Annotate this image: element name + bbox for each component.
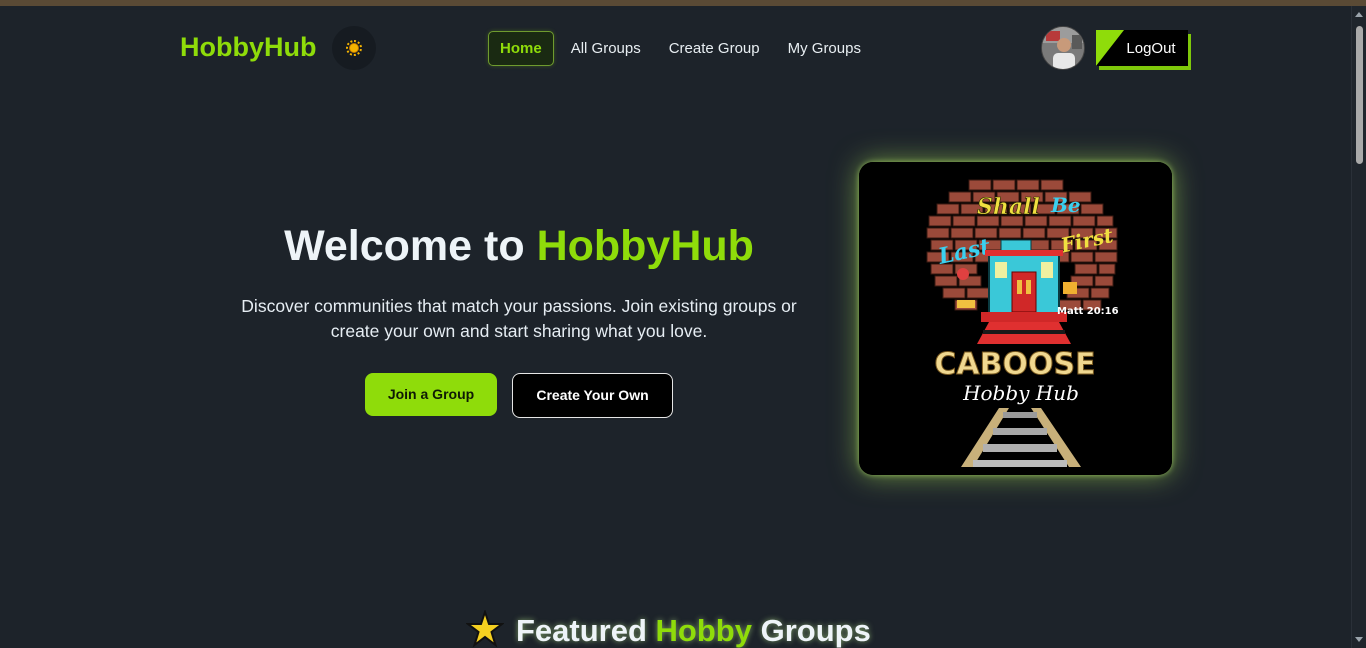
neon-word-shall: Shall xyxy=(977,194,1040,220)
hobby-hub-script: Hobby Hub xyxy=(962,381,1079,405)
brand-logo[interactable]: HobbyHub xyxy=(180,32,316,63)
nav-link-create-group[interactable]: Create Group xyxy=(658,32,771,65)
featured-section-heading: Featured Hobby Groups xyxy=(460,610,900,648)
hero-subtitle: Discover communities that match your pas… xyxy=(241,296,797,341)
nav-link-all-groups[interactable]: All Groups xyxy=(560,32,652,65)
featured-title-part2: Groups xyxy=(751,613,871,648)
navbar: HobbyHub Home All Groups Create Group My… xyxy=(160,10,1194,92)
nav-links: Home All Groups Create Group My Groups xyxy=(488,31,878,66)
featured-title-part1: Featured xyxy=(516,613,656,648)
theme-toggle-button[interactable] xyxy=(332,26,376,70)
logout-button[interactable]: LogOut xyxy=(1096,30,1188,66)
create-your-own-button[interactable]: Create Your Own xyxy=(512,373,673,418)
hero-title-accent: HobbyHub xyxy=(536,222,754,270)
neon-word-be: Be xyxy=(1050,193,1081,217)
featured-title-accent: Hobby xyxy=(655,613,752,648)
caboose-text: CABOOSE xyxy=(934,347,1095,382)
hero-title: Welcome to HobbyHub xyxy=(180,222,858,271)
nav-link-home[interactable]: Home xyxy=(488,31,554,66)
featured-title: Featured Hobby Groups xyxy=(516,613,871,648)
caboose-hobby-hub-logo: Shall Be Last First Matt 20:16 CABOOSE H… xyxy=(859,162,1172,475)
page-scrollbar[interactable] xyxy=(1351,6,1366,648)
hero-image: Shall Be Last First Matt 20:16 CABOOSE H… xyxy=(859,162,1172,475)
logout-label: LogOut xyxy=(1126,40,1176,57)
scroll-down-icon[interactable] xyxy=(1355,637,1363,642)
join-group-button[interactable]: Join a Group xyxy=(365,373,497,416)
avatar[interactable] xyxy=(1041,26,1085,70)
star-icon xyxy=(466,610,504,648)
scroll-thumb[interactable] xyxy=(1356,26,1363,164)
scroll-up-icon[interactable] xyxy=(1355,12,1363,17)
sun-icon xyxy=(346,40,362,56)
nav-link-my-groups[interactable]: My Groups xyxy=(777,32,872,65)
verse-text: Matt 20:16 xyxy=(1057,306,1119,317)
user-avatar-icon xyxy=(1042,27,1084,69)
hero-title-prefix: Welcome to xyxy=(284,222,537,270)
browser-top-strip xyxy=(0,0,1366,6)
